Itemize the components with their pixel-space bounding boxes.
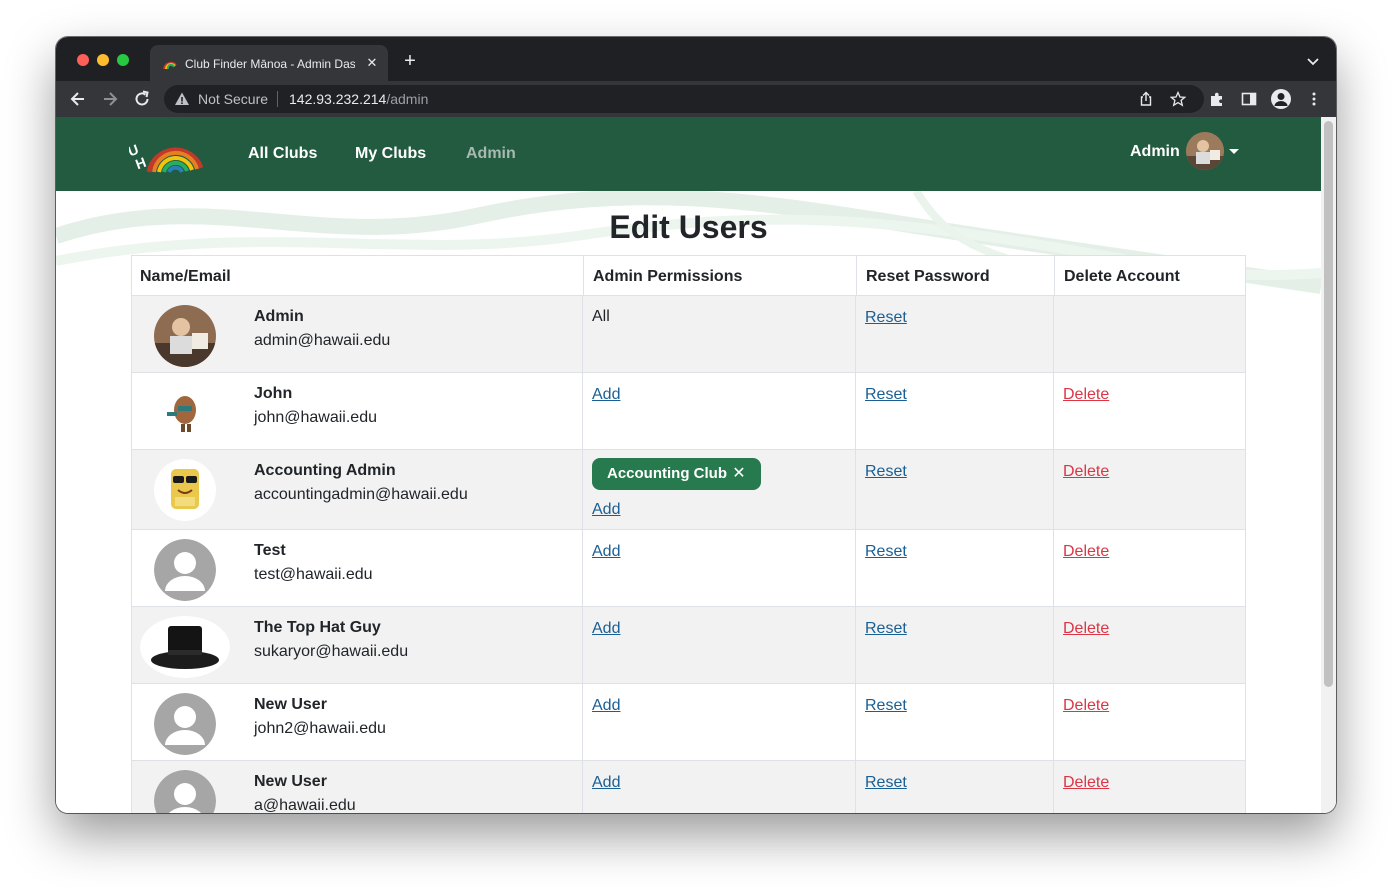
minimize-window-button[interactable] bbox=[97, 54, 109, 66]
delete-account-link[interactable]: Delete bbox=[1063, 385, 1109, 405]
user-name: The Top Hat Guy bbox=[254, 619, 381, 636]
nav-all-clubs[interactable]: All Clubs bbox=[248, 144, 317, 164]
page-scrollbar[interactable] bbox=[1321, 117, 1336, 813]
tab-title: Club Finder Mānoa - Admin Dash bbox=[185, 57, 355, 71]
user-avatar bbox=[140, 616, 230, 678]
user-avatar bbox=[154, 305, 216, 367]
header-admin-permissions: Admin Permissions bbox=[593, 268, 743, 285]
browser-window: Club Finder Mānoa - Admin Dash ✕ + Not S… bbox=[56, 37, 1336, 813]
chevron-down-icon[interactable] bbox=[1305, 53, 1321, 69]
page-title: Edit Users bbox=[609, 209, 768, 245]
reset-password-link[interactable]: Reset bbox=[865, 542, 907, 562]
tab-close-icon[interactable]: ✕ bbox=[364, 55, 380, 71]
delete-account-link[interactable]: Delete bbox=[1063, 773, 1109, 793]
user-avatar bbox=[154, 539, 216, 601]
delete-account-link[interactable]: Delete bbox=[1063, 542, 1109, 562]
user-email: admin@hawaii.edu bbox=[254, 332, 391, 349]
reload-icon[interactable] bbox=[132, 89, 152, 109]
warning-icon bbox=[175, 92, 189, 105]
maximize-window-button[interactable] bbox=[117, 54, 129, 66]
url-host: 142.93.232.214 bbox=[289, 91, 387, 107]
profile-icon[interactable] bbox=[1271, 89, 1291, 109]
omnibox-separator bbox=[277, 91, 278, 107]
table-row: The Top Hat Guy sukaryor@hawaii.edu Add … bbox=[131, 607, 1246, 684]
close-window-button[interactable] bbox=[77, 54, 89, 66]
user-email: john@hawaii.edu bbox=[254, 409, 377, 426]
security-label[interactable]: Not Secure bbox=[198, 91, 268, 107]
user-menu-avatar[interactable] bbox=[1186, 132, 1224, 170]
add-permission-link[interactable]: Add bbox=[592, 542, 620, 562]
extensions-icon[interactable] bbox=[1209, 91, 1225, 107]
user-name: Accounting Admin bbox=[254, 462, 396, 479]
table-row: New User a@hawaii.edu Add Reset Delete bbox=[131, 761, 1246, 813]
user-name: Test bbox=[254, 542, 286, 559]
header-name-email: Name/Email bbox=[140, 268, 231, 285]
forward-icon[interactable] bbox=[100, 89, 120, 109]
header-delete-account: Delete Account bbox=[1064, 268, 1180, 285]
header-reset-password: Reset Password bbox=[866, 268, 990, 285]
admin-permissions-text: All bbox=[592, 308, 610, 325]
add-permission-link[interactable]: Add bbox=[592, 619, 620, 639]
delete-account-link[interactable]: Delete bbox=[1063, 619, 1109, 639]
user-email: sukaryor@hawaii.edu bbox=[254, 643, 409, 660]
table-row: Admin admin@hawaii.edu All Reset bbox=[131, 296, 1246, 373]
user-email: accountingadmin@hawaii.edu bbox=[254, 486, 468, 503]
user-avatar bbox=[154, 693, 216, 755]
reset-password-link[interactable]: Reset bbox=[865, 696, 907, 716]
remove-chip-icon[interactable]: ✕ bbox=[731, 458, 747, 490]
user-name: John bbox=[254, 385, 293, 402]
table-row: John john@hawaii.edu Add Reset Delete bbox=[131, 373, 1246, 450]
bookmark-star-icon[interactable] bbox=[1170, 91, 1186, 107]
reset-password-link[interactable]: Reset bbox=[865, 385, 907, 405]
club-chip-label: Accounting Club bbox=[607, 465, 727, 482]
reset-password-link[interactable]: Reset bbox=[865, 308, 907, 328]
table-row: New User john2@hawaii.edu Add Reset Dele… bbox=[131, 684, 1246, 761]
user-name: Admin bbox=[254, 308, 304, 325]
side-panel-icon[interactable] bbox=[1241, 91, 1257, 107]
address-bar[interactable]: Not Secure 142.93.232.214/admin bbox=[164, 85, 1204, 113]
browser-tab[interactable]: Club Finder Mānoa - Admin Dash ✕ bbox=[150, 45, 388, 81]
uh-rainbow-logo[interactable]: U H bbox=[129, 134, 203, 174]
url-text[interactable]: 142.93.232.214/admin bbox=[289, 91, 428, 107]
table-row: Accounting Admin accountingadmin@hawaii.… bbox=[131, 450, 1246, 530]
scrollbar-thumb[interactable] bbox=[1324, 121, 1333, 687]
back-icon[interactable] bbox=[68, 89, 88, 109]
add-permission-link[interactable]: Add bbox=[592, 385, 620, 405]
table-header: Name/Email Admin Permissions Reset Passw… bbox=[131, 255, 1246, 296]
rainbow-favicon-icon bbox=[163, 61, 177, 70]
user-email: test@hawaii.edu bbox=[254, 566, 373, 583]
page-content: U H All Clubs My Clubs Admin Admin Edit … bbox=[56, 117, 1321, 813]
nav-my-clubs[interactable]: My Clubs bbox=[355, 144, 426, 164]
user-name: New User bbox=[254, 773, 327, 790]
reset-password-link[interactable]: Reset bbox=[865, 619, 907, 639]
browser-toolbar: Not Secure 142.93.232.214/admin bbox=[56, 81, 1336, 117]
new-tab-button[interactable]: + bbox=[400, 51, 420, 71]
user-avatar bbox=[154, 382, 216, 444]
kebab-menu-icon[interactable] bbox=[1306, 91, 1322, 107]
add-permission-link[interactable]: Add bbox=[592, 500, 620, 520]
tab-strip: Club Finder Mānoa - Admin Dash ✕ + bbox=[56, 37, 1336, 81]
user-avatar bbox=[154, 459, 216, 521]
user-email: a@hawaii.edu bbox=[254, 797, 356, 813]
nav-admin[interactable]: Admin bbox=[466, 144, 516, 164]
user-email: john2@hawaii.edu bbox=[254, 720, 386, 737]
reset-password-link[interactable]: Reset bbox=[865, 773, 907, 793]
site-navbar: U H All Clubs My Clubs Admin Admin bbox=[56, 117, 1321, 191]
table-row: Test test@hawaii.edu Add Reset Delete bbox=[131, 530, 1246, 607]
delete-account-link[interactable]: Delete bbox=[1063, 462, 1109, 482]
user-menu-caret-icon[interactable] bbox=[1229, 149, 1239, 154]
page-viewport: U H All Clubs My Clubs Admin Admin Edit … bbox=[56, 117, 1336, 813]
add-permission-link[interactable]: Add bbox=[592, 696, 620, 716]
delete-account-link[interactable]: Delete bbox=[1063, 696, 1109, 716]
club-permission-chip[interactable]: Accounting Club ✕ bbox=[592, 458, 761, 490]
user-name: New User bbox=[254, 696, 327, 713]
url-path: /admin bbox=[386, 91, 429, 107]
user-avatar bbox=[154, 770, 216, 813]
svg-text:H: H bbox=[133, 154, 148, 172]
share-icon[interactable] bbox=[1138, 91, 1154, 107]
reset-password-link[interactable]: Reset bbox=[865, 462, 907, 482]
add-permission-link[interactable]: Add bbox=[592, 773, 620, 793]
user-menu-name[interactable]: Admin bbox=[1130, 142, 1180, 162]
